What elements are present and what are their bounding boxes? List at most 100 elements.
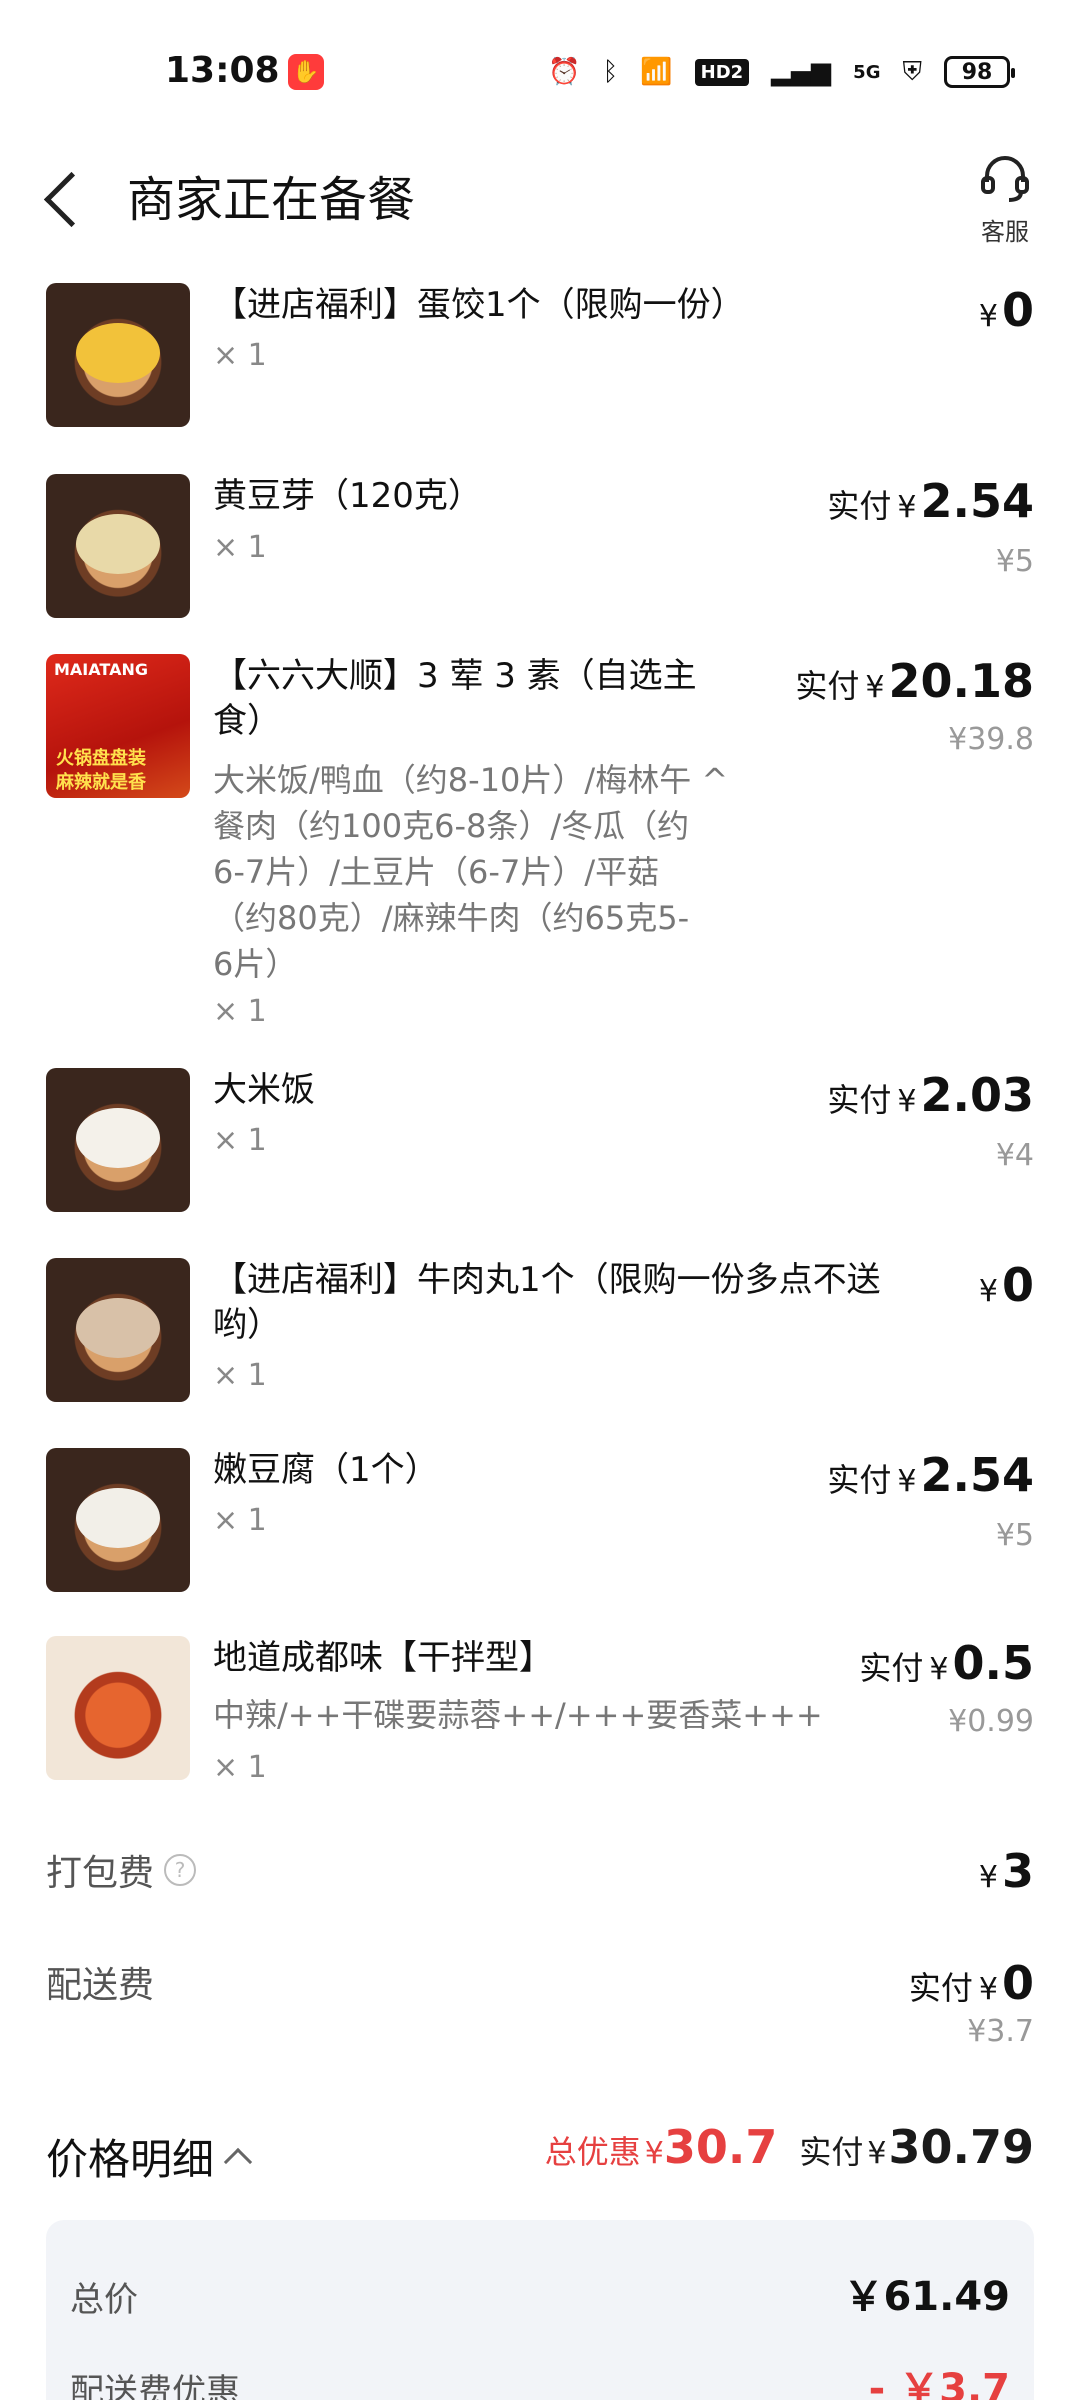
delivery-fee-price: 实付 ¥ 0 [909,1956,1034,2010]
currency-symbol: ¥ [865,670,885,705]
price-value: 2.54 [920,1448,1035,1502]
price-detail-title: 价格明细 [46,2135,215,2184]
alarm-icon: ⏰ [548,57,581,87]
item-spec-line[interactable]: 大米饭/鸭血（约8-10片）/梅林午 ^ [213,757,728,803]
item-spec-line: 中辣/++干碟要蒜蓉++/+++要香菜+++ [213,1696,823,1734]
currency-symbol: ¥ [978,299,998,334]
list-item[interactable]: 【进店福利】蛋饺1个（限购一份） × 1 ¥ 0 [0,283,1080,433]
list-item[interactable]: 大米饭 × 1 实付 ¥ 2.03 ¥4 [0,1068,1080,1218]
packing-fee-price: ¥ 3 [979,1844,1034,1898]
currency-symbol: ¥ [929,1652,949,1687]
list-item[interactable]: MAIATANG 火锅盘盘装 麻辣就是香 【六六大顺】3 荤 3 素（自选主 食… [0,654,1080,1034]
total-discount-value: 30.7 [663,2120,778,2174]
paid-label: 实付 [827,1461,892,1499]
price-summary: 总优惠 ¥ 30.7 实付 ¥ 30.79 [545,2120,1034,2174]
item-spec-line: （约80克）/麻辣牛肉（约65克5- [213,899,690,937]
status-icons: ⏰ ᛒ 📶 HD2 ▂▄▆ 5G ⛨ 98 [548,52,1015,92]
item-spec-line: 6-7片）/土豆片（6-7片）/平菇 [213,853,660,891]
help-icon[interactable]: ? [164,1854,197,1886]
item-quantity: × 1 [213,1358,267,1393]
paid-label: 实付 [827,487,892,525]
item-name: 大米饭 [213,1070,315,1110]
detail-row-value: ￥61.49 [843,2274,1010,2320]
item-quantity: × 1 [213,1123,267,1158]
packing-fee-text: 打包费 [46,1853,155,1894]
thumb-brand-text: MAIATANG [54,660,148,679]
item-name: 嫩豆腐（1个） [213,1450,439,1490]
thumb-slogan-1: 火锅盘盘装 [56,748,146,769]
price-value: 0 [1001,1956,1034,2010]
paid-label: 实付 [908,1969,973,2007]
signal-icon: ▂▄▆ [771,57,832,87]
item-thumbnail: MAIATANG 火锅盘盘装 麻辣就是香 [46,654,190,798]
item-spec-line: 6片） [213,945,298,983]
price-value: 0 [1001,283,1034,337]
item-quantity: × 1 [213,994,267,1029]
paid-label: 实付 [827,1081,892,1119]
thumb-slogan-2: 麻辣就是香 [56,772,146,793]
original-price: ¥0.99 [948,1704,1034,1739]
item-price: ¥ 0 [979,283,1034,337]
item-spec-line: 餐肉（约100克6-8条）/冬瓜（约 [213,807,690,845]
battery-level: 98 [961,59,993,85]
item-name-line-2: 哟） [213,1305,281,1345]
network-type: 5G [853,61,881,83]
page-header: 商家正在备餐 客服 [0,140,1080,260]
price-detail-toggle[interactable]: 价格明细 [46,2126,253,2187]
headset-icon [981,156,1029,202]
item-quantity: × 1 [213,338,267,373]
item-thumbnail [46,474,190,618]
original-price: ¥5 [995,1518,1034,1553]
currency-symbol: ¥ [867,2136,887,2171]
item-thumbnail [46,1068,190,1212]
back-arrow-icon[interactable] [40,162,90,232]
price-value: 0 [1001,1258,1034,1312]
hd-badge: HD2 [694,58,750,86]
item-name-line-1: 【进店福利】牛肉丸1个（限购一份多点不送 [213,1260,881,1300]
customer-service-label: 客服 [981,218,1029,246]
customer-service-button[interactable]: 客服 [970,150,1040,247]
item-thumbnail [46,1636,190,1780]
item-name: 地道成都味【干拌型】 [213,1638,553,1678]
list-item[interactable]: 地道成都味【干拌型】 中辣/++干碟要蒜蓉++/+++要香菜+++ × 1 实付… [0,1636,1080,1786]
item-price: ¥ 0 [979,1258,1034,1312]
delivery-fee-label: 配送费 [46,1956,154,2008]
currency-symbol: ¥ [978,1274,998,1309]
price-detail-panel: 总价 ￥61.49 配送费优惠 - ￥3.7 [46,2220,1034,2400]
currency-symbol: ¥ [897,490,917,525]
bluetooth-icon: ᛒ [602,57,619,87]
item-name-line-1: 【六六大顺】3 荤 3 素（自选主 [213,656,697,696]
paid-label: 实付 [859,1649,924,1687]
list-item[interactable]: 黄豆芽（120克） × 1 实付 ¥ 2.54 ¥5 [0,474,1080,624]
status-time: 13:08 [165,50,280,91]
item-thumbnail [46,1258,190,1402]
list-item[interactable]: 【进店福利】牛肉丸1个（限购一份多点不送 哟） × 1 ¥ 0 [0,1258,1080,1408]
detail-row-label: 总价 [70,2280,138,2320]
item-quantity: × 1 [213,1750,267,1785]
packing-fee-label: 打包费 ? [46,1844,197,1896]
status-bar: 13:08 ✋ ⏰ ᛒ 📶 HD2 ▂▄▆ 5G ⛨ 98 [0,0,1080,140]
security-shield-icon: ⛨ [902,56,922,87]
original-price: ¥39.8 [948,722,1034,757]
item-thumbnail [46,283,190,427]
list-item[interactable]: 嫩豆腐（1个） × 1 实付 ¥ 2.54 ¥5 [0,1448,1080,1598]
item-price: 实付 ¥ 2.54 [827,1448,1034,1502]
original-price: ¥4 [995,1138,1034,1173]
paid-label: 实付 [795,667,860,705]
price-value: 2.03 [920,1068,1035,1122]
paid-total-value: 30.79 [888,2120,1034,2174]
total-discount-label: 总优惠 [544,2133,641,2171]
chevron-up-icon [223,2147,253,2176]
currency-symbol: ¥ [644,2136,664,2171]
currency-symbol: ¥ [978,1972,998,2007]
detail-row-label: 配送费优惠 [70,2372,240,2400]
item-quantity: × 1 [213,530,267,565]
item-price: 实付 ¥ 2.54 [827,474,1034,528]
delivery-fee-text: 配送费 [46,1965,155,2006]
currency-symbol: ¥ [978,1860,998,1895]
price-value: 3 [1001,1844,1034,1898]
currency-symbol: ¥ [897,1084,917,1119]
item-price: 实付 ¥ 20.18 [795,654,1034,708]
page-title: 商家正在备餐 [127,172,416,228]
item-thumbnail [46,1448,190,1592]
